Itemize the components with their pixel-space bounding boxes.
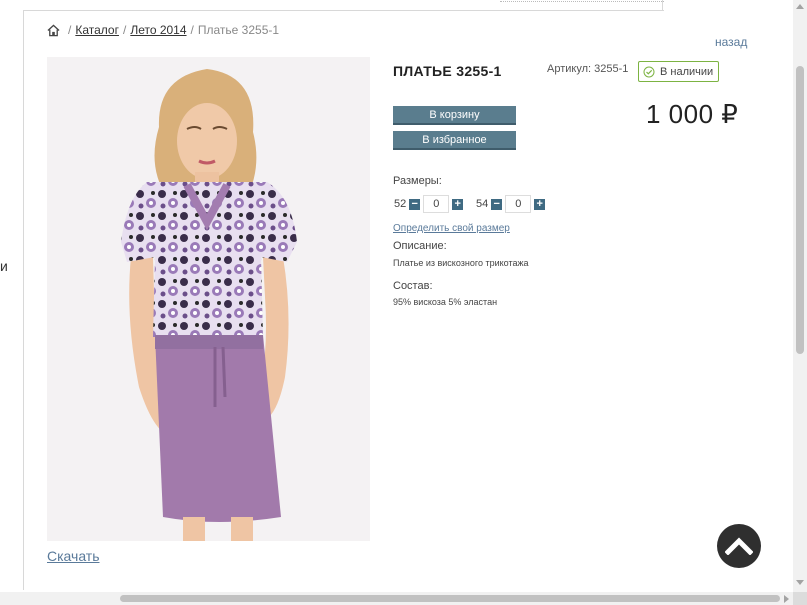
scroll-down-arrow-icon[interactable]: [796, 580, 804, 585]
size-value: 54: [476, 198, 489, 210]
breadcrumb-catalog-link[interactable]: Каталог: [75, 23, 119, 37]
increase-quantity-button[interactable]: +: [534, 198, 546, 210]
header-divider: [24, 10, 664, 11]
home-icon[interactable]: [47, 24, 60, 37]
add-to-cart-button[interactable]: В корзину: [393, 106, 516, 125]
sidebar-divider: [23, 10, 24, 590]
scroll-right-arrow-icon[interactable]: [784, 595, 789, 603]
description-text: Платье из вискозного трикотажа: [393, 258, 529, 268]
header-divider-tick: [662, 0, 663, 10]
check-circle-icon: [643, 66, 655, 77]
decrease-quantity-button[interactable]: −: [409, 198, 421, 210]
stock-label: В наличии: [660, 65, 714, 78]
product-title: ПЛАТЬЕ 3255-1: [393, 63, 502, 79]
size-selector-52: 52 − 0 +: [394, 195, 464, 213]
breadcrumb: / Каталог / Лето 2014 / Платье 3255-1: [47, 23, 279, 37]
header-dotted-line: [500, 0, 664, 2]
breadcrumb-separator: /: [122, 23, 127, 37]
size-selector-54: 54 − 0 +: [476, 195, 546, 213]
horizontal-scrollbar[interactable]: [0, 592, 793, 605]
chevron-up-icon: [725, 537, 753, 555]
size-value: 52: [394, 198, 407, 210]
stock-badge: В наличии: [638, 61, 719, 82]
scrollbar-corner: [793, 592, 807, 605]
breadcrumb-current: Платье 3255-1: [197, 23, 280, 37]
horizontal-scroll-thumb[interactable]: [120, 595, 780, 602]
sidebar-text-fragment: и: [0, 258, 8, 274]
product-article: Артикул: 3255-1: [547, 63, 629, 75]
product-price: 1 000 ₽: [646, 99, 739, 129]
breadcrumb-separator: /: [190, 23, 194, 37]
increase-quantity-button[interactable]: +: [452, 198, 464, 210]
breadcrumb-season-link[interactable]: Лето 2014: [130, 23, 186, 37]
product-photo-illustration: [47, 57, 370, 541]
composition-label: Состав:: [393, 280, 433, 292]
product-photo[interactable]: [47, 57, 370, 541]
quantity-input[interactable]: 0: [505, 195, 532, 213]
back-link[interactable]: назад: [715, 35, 747, 49]
download-link[interactable]: Скачать: [47, 548, 100, 564]
add-to-favorites-button[interactable]: В избранное: [393, 131, 516, 150]
quantity-input[interactable]: 0: [423, 195, 450, 213]
sizes-label: Размеры:: [393, 175, 442, 187]
description-label: Описание:: [393, 240, 447, 252]
vertical-scrollbar[interactable]: [793, 0, 807, 592]
vertical-scroll-thumb[interactable]: [796, 66, 804, 354]
breadcrumb-separator: /: [68, 23, 72, 37]
define-size-link[interactable]: Определить свой размер: [393, 223, 510, 234]
decrease-quantity-button[interactable]: −: [491, 198, 503, 210]
composition-text: 95% вискоза 5% эластан: [393, 297, 498, 307]
scroll-up-arrow-icon[interactable]: [796, 4, 804, 9]
scroll-to-top-button[interactable]: [717, 524, 761, 568]
